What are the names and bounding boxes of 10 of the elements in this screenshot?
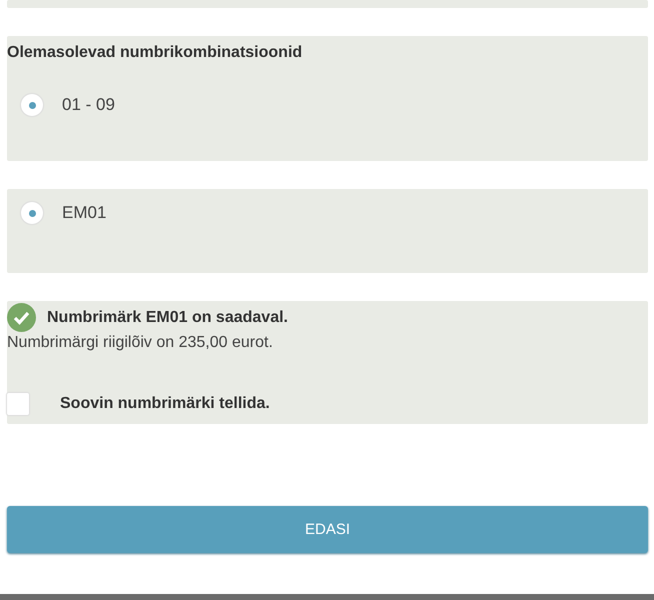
next-button[interactable]: EDASI bbox=[7, 506, 648, 553]
option-label: EM01 bbox=[62, 203, 106, 223]
option-label: 01 - 09 bbox=[62, 95, 115, 115]
radio-button[interactable] bbox=[21, 94, 43, 116]
radio-button[interactable] bbox=[21, 202, 43, 224]
checkbox[interactable] bbox=[7, 393, 29, 415]
availability-message: Numbrimärk EM01 on saadaval. bbox=[47, 308, 288, 326]
checkbox-label: Soovin numbrimärki tellida. bbox=[60, 395, 270, 413]
section-title: Olemasolevad numbrikombinatsioonid bbox=[7, 44, 304, 62]
fee-text: Numbrimärgi riigilõiv on 235,00 eurot. bbox=[7, 334, 274, 352]
